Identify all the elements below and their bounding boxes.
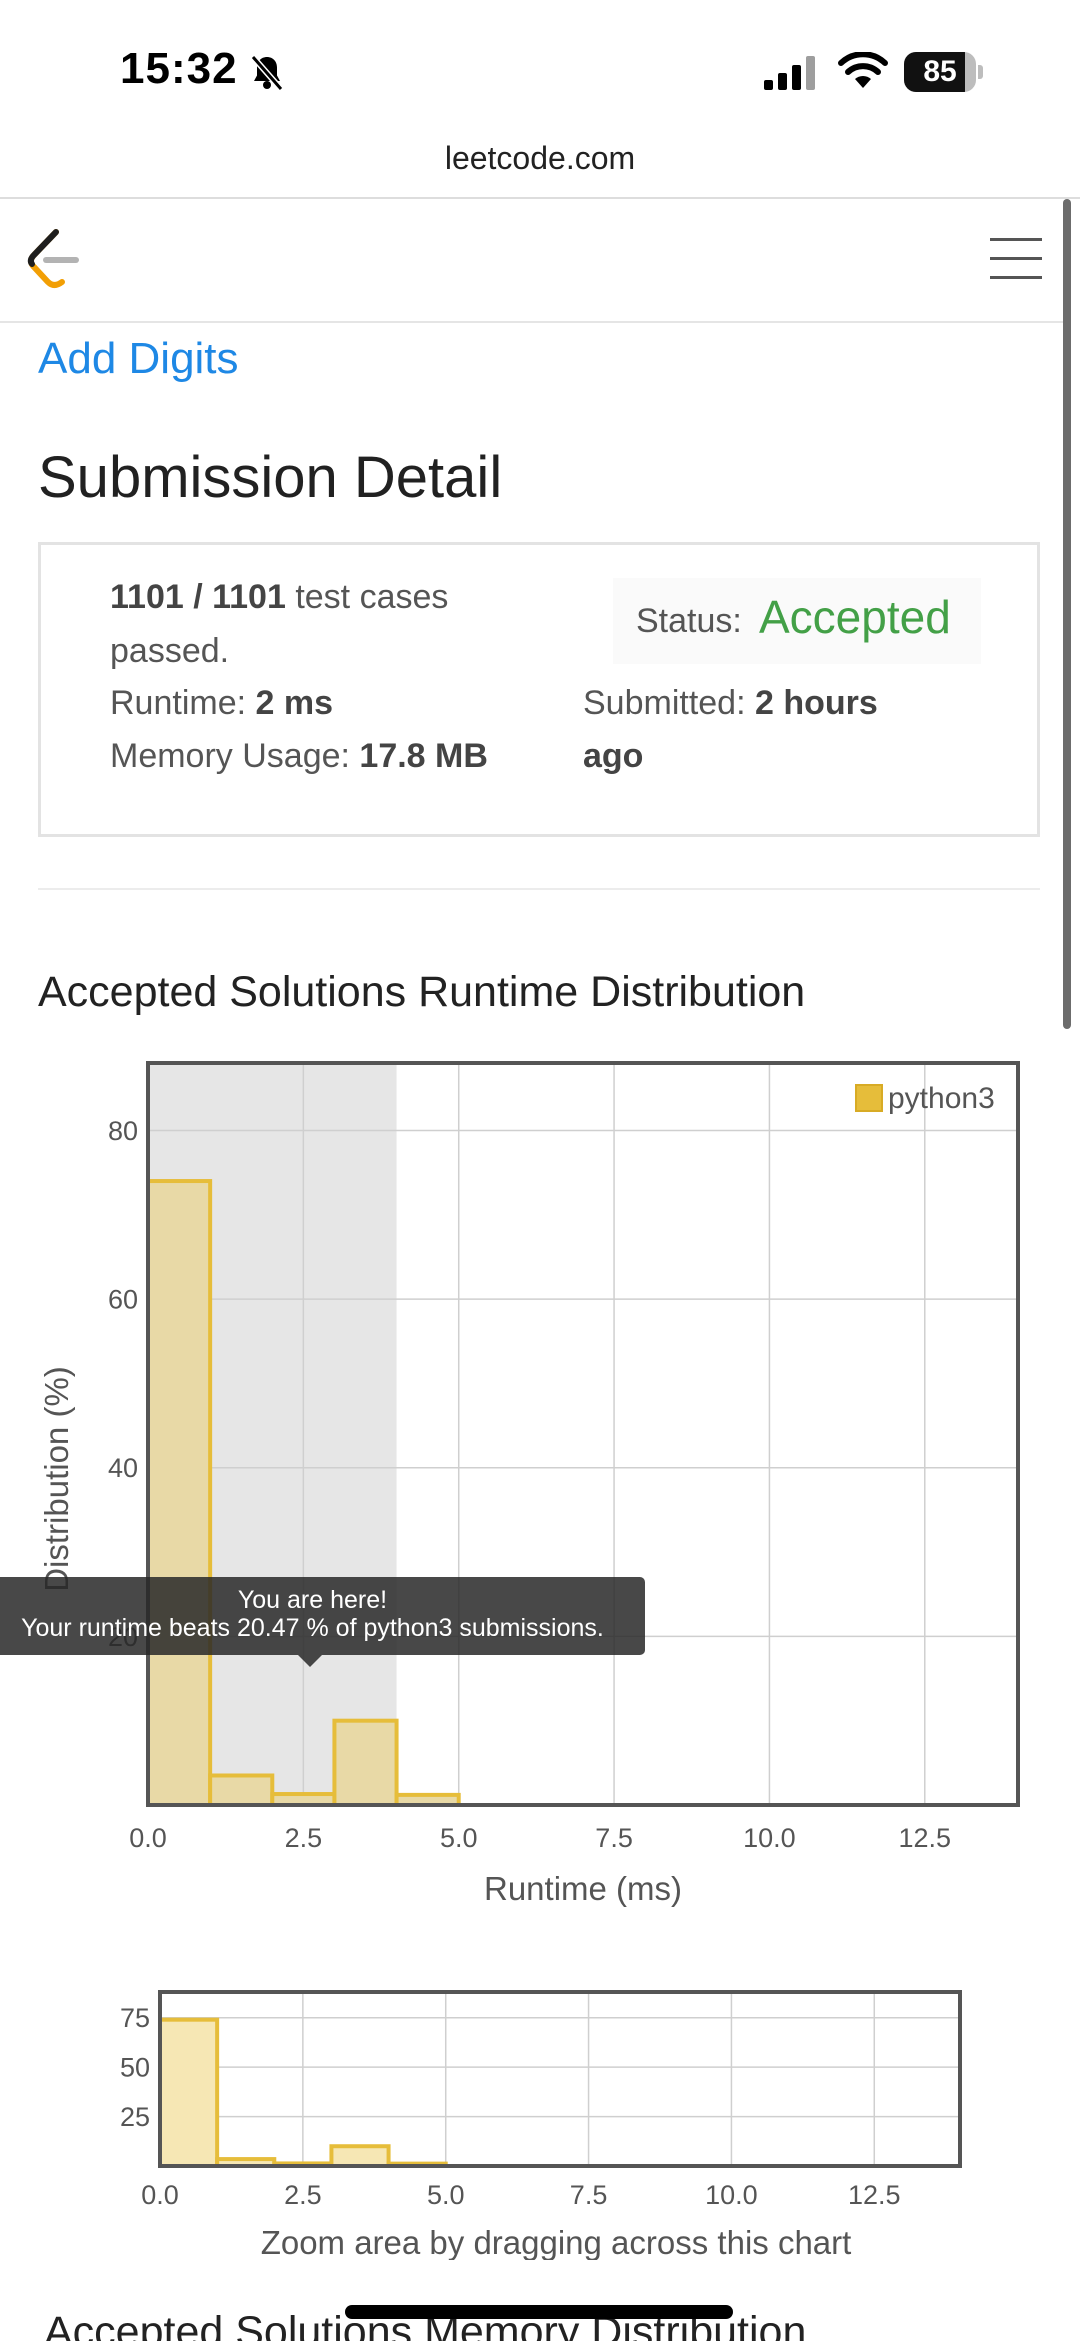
- x-tick-label: 2.5: [284, 2180, 322, 2210]
- x-tick-label: 5.0: [427, 2180, 465, 2210]
- y-tick-label: 25: [120, 2102, 150, 2132]
- status-value: Accepted: [759, 591, 951, 643]
- x-tick-label: 12.5: [848, 2180, 901, 2210]
- runtime-distribution-title: Accepted Solutions Runtime Distribution: [38, 968, 806, 1016]
- histogram-bar: [332, 1718, 399, 1808]
- x-tick-label: 2.5: [285, 1823, 323, 1853]
- x-axis-label: Zoom area by dragging across this chart: [261, 2224, 852, 2260]
- memory-label: Memory Usage:: [110, 737, 350, 775]
- site-header: [0, 199, 1064, 323]
- runtime-tooltip: You are here! Your runtime beats 20.47 %…: [0, 1577, 645, 1655]
- x-axis-label: Runtime (ms): [484, 1870, 682, 1907]
- runtime-value: 2 ms: [255, 684, 334, 722]
- memory-value: 17.8 MB: [359, 737, 488, 775]
- x-tick-label: 5.0: [440, 1823, 478, 1853]
- submitted-line2: ago: [583, 737, 643, 776]
- submitted-line: Submitted: 2 hours: [583, 684, 878, 723]
- runtime-label: Runtime:: [110, 684, 247, 722]
- submitted-label: Submitted:: [583, 684, 746, 722]
- cellular-signal-icon: [764, 56, 815, 90]
- x-tick-label: 10.0: [705, 2180, 758, 2210]
- tooltip-line2: Your runtime beats 20.47 % of python3 su…: [21, 1614, 604, 1642]
- x-tick-label: 12.5: [899, 1823, 952, 1853]
- battery-icon: 85: [904, 52, 984, 92]
- legend-swatch: [855, 1084, 883, 1112]
- runtime-distribution-chart[interactable]: 0.02.55.07.510.012.520406080Runtime (ms)…: [0, 1040, 1080, 1930]
- tooltip-line1: You are here!: [237, 1586, 388, 1614]
- x-tick-label: 7.5: [595, 1823, 633, 1853]
- wifi-icon: [838, 52, 888, 88]
- page-scrollbar[interactable]: [1063, 199, 1071, 1029]
- section-divider: [38, 888, 1040, 890]
- problem-link[interactable]: Add Digits: [38, 334, 239, 384]
- memory-line: Memory Usage: 17.8 MB: [110, 737, 488, 776]
- address-bar-url[interactable]: leetcode.com: [0, 140, 1080, 196]
- legend-label: python3: [888, 1082, 995, 1115]
- y-tick-label: 80: [108, 1116, 138, 1146]
- x-tick-label: 10.0: [743, 1823, 796, 1853]
- status-label: Status:: [636, 602, 742, 640]
- y-tick-label: 40: [108, 1453, 138, 1483]
- zoom-chart-svg[interactable]: 0.0 2.5 5.0 7.5 10.0 12.5 25 50 75 Zoom area by d…: [0, 1980, 1080, 2260]
- x-tick-label: 0.0: [141, 2180, 179, 2210]
- battery-level: 85: [923, 55, 957, 88]
- histogram-bar: [329, 2144, 391, 2169]
- hamburger-menu-icon[interactable]: [990, 238, 1042, 280]
- histogram-bar: [146, 1179, 213, 1807]
- submitted-value: 2 hours: [754, 684, 878, 722]
- leetcode-logo-icon[interactable]: [26, 228, 82, 290]
- x-tick-label: 0.0: [129, 1823, 167, 1853]
- zoom-chart[interactable]: 0.0 2.5 5.0 7.5 10.0 12.5 25 50 75 Zoom area by d…: [0, 1980, 1080, 2260]
- test-cases-count: 1101 / 1101: [110, 578, 286, 616]
- y-axis-label: Distribution (%): [38, 1366, 75, 1592]
- histogram-bar: [158, 2017, 220, 2168]
- page-title: Submission Detail: [38, 445, 503, 510]
- runtime-line: Runtime: 2 ms: [110, 684, 333, 723]
- silent-bell-icon: [250, 55, 284, 91]
- y-tick-label: 50: [120, 2053, 150, 2083]
- status-bar: 15:32 85: [0, 0, 1080, 140]
- test-cases-line: 1101 / 1101 test cases: [110, 578, 448, 617]
- histogram-bar: [208, 1773, 275, 1808]
- tooltip-arrow: [298, 1655, 322, 1667]
- status-time: 15:32: [120, 44, 238, 93]
- test-cases-suffix-line2: passed.: [110, 632, 230, 670]
- y-tick-label: 75: [120, 2003, 150, 2033]
- home-indicator[interactable]: [345, 2305, 733, 2319]
- submitted-value-line2: ago: [583, 737, 644, 775]
- test-cases-suffix: test cases: [295, 578, 449, 616]
- x-tick-label: 7.5: [570, 2180, 608, 2210]
- y-tick-label: 60: [108, 1285, 138, 1315]
- runtime-chart-svg[interactable]: 0.02.55.07.510.012.520406080Runtime (ms)…: [0, 1040, 1080, 1930]
